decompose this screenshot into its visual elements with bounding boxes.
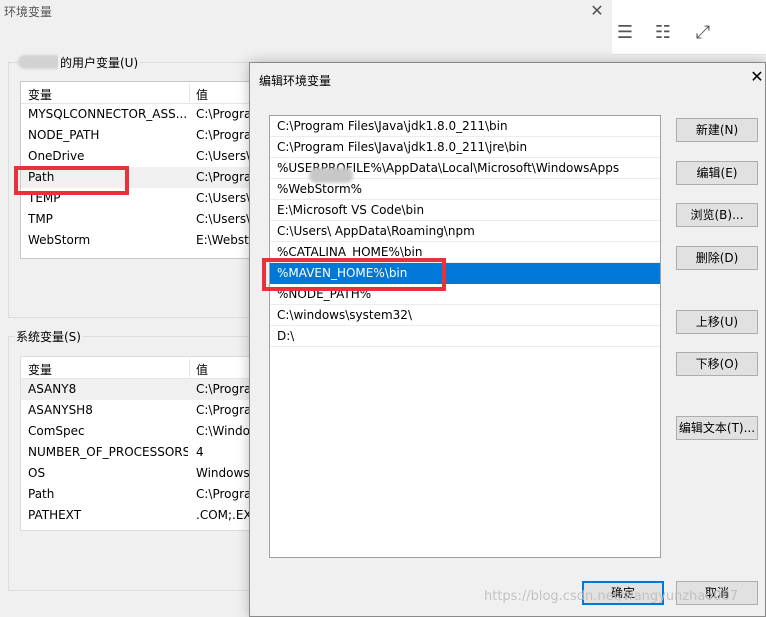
system-variables-label: 系统变量(S) — [14, 328, 83, 345]
list-header: 变量 值 — [21, 82, 269, 104]
table-row[interactable]: PATHEXT .COM;.EX — [21, 505, 269, 526]
redacted-username — [309, 168, 353, 183]
browse-button[interactable]: 浏览(B)... — [676, 203, 758, 227]
list-item[interactable]: %CATALINA_HOME%\bin — [270, 242, 660, 263]
list-item[interactable]: E:\Microsoft VS Code\bin — [270, 200, 660, 221]
delete-button[interactable]: 删除(D) — [676, 246, 758, 270]
dialog-title: 编辑环境变量 — [259, 74, 332, 88]
watermark: https://blog.csdn.net/wangyunzhao007 — [484, 589, 739, 604]
system-variables-list[interactable]: 变量 值 ASANY8 C:\Progra ASANYSH8 C:\Progra… — [20, 356, 270, 531]
user-variables-label: 的用户变量(U) — [58, 54, 141, 71]
close-icon[interactable]: ✕ — [587, 1, 607, 21]
redacted-username — [18, 55, 63, 69]
table-row[interactable]: NODE_PATH C:\Progra — [21, 125, 269, 146]
table-row[interactable]: NUMBER_OF_PROCESSORS 4 — [21, 442, 269, 463]
table-row[interactable]: OS Windows — [21, 463, 269, 484]
edit-environment-variable-dialog: 编辑环境变量 ✕ C:\Program Files\Java\jdk1.8.0_… — [249, 62, 766, 617]
table-row[interactable]: TMP C:\Users\ — [21, 209, 269, 230]
edit-button[interactable]: 编辑(E) — [676, 161, 758, 185]
window-title: 环境变量 — [4, 5, 53, 19]
table-row[interactable]: MYSQLCONNECTOR_ASS... C:\Progra — [21, 104, 269, 125]
new-button[interactable]: 新建(N) — [676, 118, 758, 142]
table-row[interactable]: TEMP C:\Users\ — [21, 188, 269, 209]
background-toolbar: ☰ ☷ ⤢ — [612, 0, 766, 55]
table-row[interactable]: OneDrive C:\Users\ — [21, 146, 269, 167]
move-down-button[interactable]: 下移(O) — [676, 352, 758, 376]
user-variables-list[interactable]: 变量 值 MYSQLCONNECTOR_ASS... C:\Progra NOD… — [20, 81, 270, 259]
list-item[interactable]: C:\windows\system32\ — [270, 305, 660, 326]
table-row[interactable]: Path C:\Progra — [21, 484, 269, 505]
list-item[interactable]: D:\ — [270, 326, 660, 347]
align-list-icon[interactable]: ☰ — [614, 22, 636, 44]
column-header-name[interactable]: 变量 — [28, 361, 188, 378]
edit-text-button[interactable]: 编辑文本(T)... — [676, 416, 758, 440]
list-item[interactable]: %NODE_PATH% — [270, 284, 660, 305]
table-row[interactable]: WebStorm E:\Webst — [21, 230, 269, 251]
move-up-button[interactable]: 上移(U) — [676, 310, 758, 334]
list-header: 变量 值 — [21, 357, 269, 379]
table-row[interactable]: ASANYSH8 C:\Progra — [21, 400, 269, 421]
close-icon[interactable]: ✕ — [748, 68, 766, 86]
table-row-path-selected[interactable]: Path C:\Progra — [21, 167, 269, 188]
list-item[interactable]: C:\Users\ AppData\Roaming\npm — [270, 221, 660, 242]
table-row[interactable]: ASANY8 C:\Progra — [21, 379, 269, 400]
list-item[interactable]: C:\Program Files\Java\jdk1.8.0_211\bin — [270, 116, 660, 137]
fullscreen-icon[interactable]: ⤢ — [692, 22, 714, 44]
list-item-selected[interactable]: %MAVEN_HOME%\bin — [270, 263, 660, 284]
table-row[interactable]: ComSpec C:\Windo — [21, 421, 269, 442]
list-item[interactable]: C:\Program Files\Java\jdk1.8.0_211\jre\b… — [270, 137, 660, 158]
numbered-list-icon[interactable]: ☷ — [652, 22, 674, 44]
column-header-name[interactable]: 变量 — [28, 86, 188, 103]
